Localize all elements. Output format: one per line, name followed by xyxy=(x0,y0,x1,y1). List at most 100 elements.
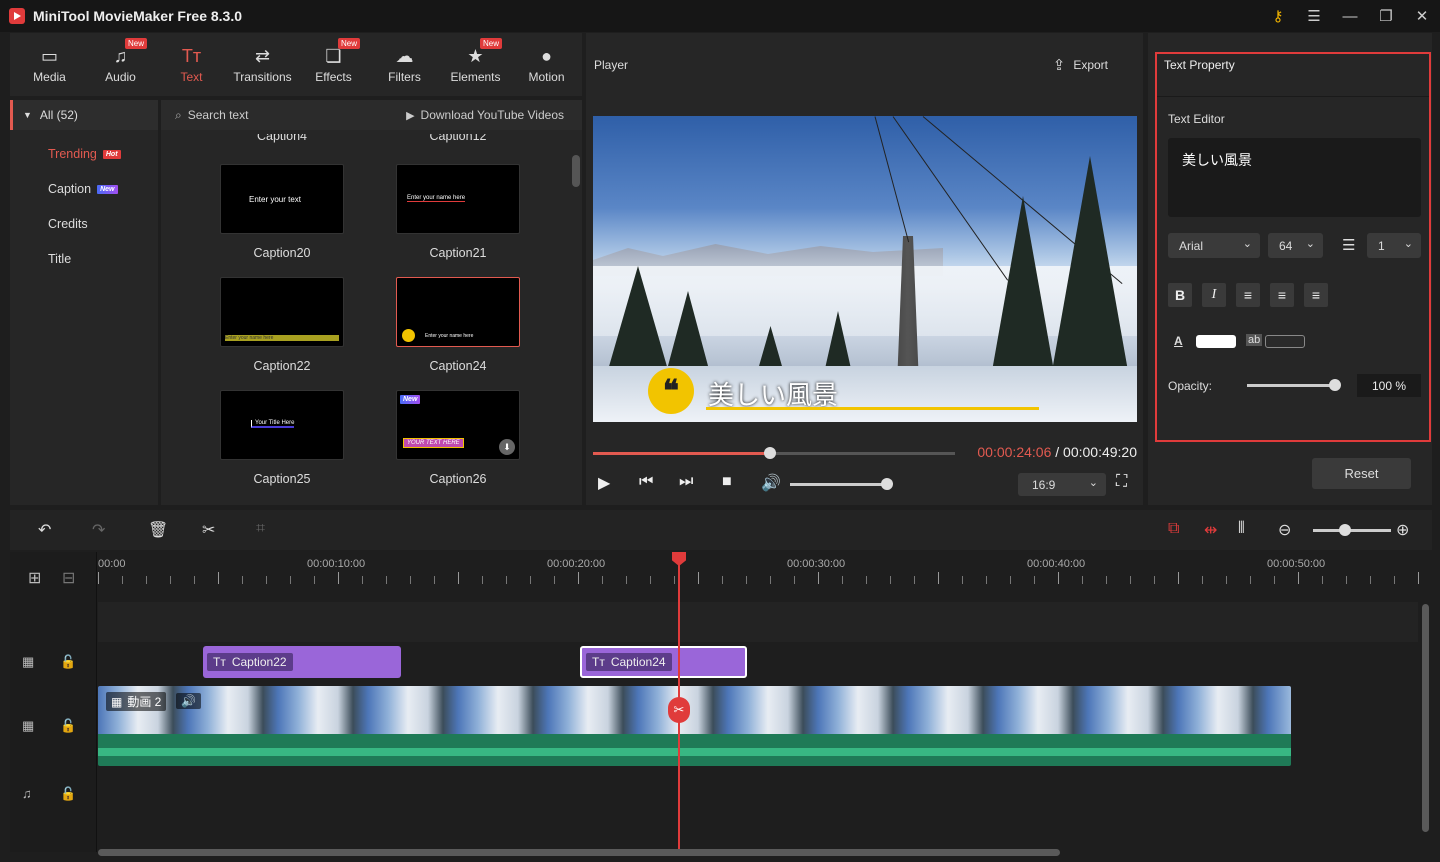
tab-motion[interactable]: ● Motion xyxy=(511,33,582,96)
font-size-select[interactable]: 64 ⌄ xyxy=(1268,233,1323,258)
ruler-tick xyxy=(722,576,723,584)
split-screen-icon[interactable]: ⧉ xyxy=(1168,520,1179,538)
menu-icon[interactable]: ☰ xyxy=(1296,0,1332,32)
ruler-tick xyxy=(674,576,675,584)
category-all[interactable]: ▼ All (52) xyxy=(10,100,158,130)
timeline-vertical-scrollbar[interactable] xyxy=(1422,604,1429,832)
playback-progress[interactable] xyxy=(593,447,955,459)
previous-frame-icon[interactable]: ⏮ xyxy=(639,473,653,491)
category-title[interactable]: Title xyxy=(48,252,71,266)
ruler-tick xyxy=(458,572,459,584)
ruler-tick xyxy=(1058,572,1059,584)
align-right-icon[interactable]: ≡ xyxy=(1304,283,1328,307)
caption20-thumb[interactable]: Enter your text xyxy=(220,164,344,234)
thumb-label: Caption12 xyxy=(429,134,487,143)
lock-icon[interactable]: 🔓 xyxy=(60,654,76,670)
next-frame-icon[interactable]: ⏭ xyxy=(679,473,693,491)
tab-audio[interactable]: New ♫ Audio xyxy=(85,33,156,96)
effects-icon: ❏ xyxy=(325,45,342,66)
filters-icon: ☁ xyxy=(395,45,414,66)
window-controls: ⚷ ☰ — ❐ ✕ xyxy=(1260,0,1440,32)
text-clip-caption22[interactable]: Tт Caption22 xyxy=(203,646,401,678)
thumb-label: Caption24 xyxy=(429,359,487,373)
zoom-out-icon[interactable]: ⊖ xyxy=(1278,520,1291,540)
text-clip-caption24[interactable]: Tт Caption24 xyxy=(580,646,747,678)
ruler-tick xyxy=(986,576,987,584)
align-center-icon[interactable]: ≡ xyxy=(1270,283,1294,307)
line-spacing-select[interactable]: 1 ⌄ xyxy=(1367,233,1421,258)
time-ruler[interactable]: 00:00 00:00:10:00 00:00:20:00 00:00:30:0… xyxy=(98,552,1432,590)
split-icon[interactable]: ✂ xyxy=(202,520,215,540)
caption24-thumb[interactable]: Enter your name here xyxy=(396,277,520,347)
zoom-in-icon[interactable]: ⊕ xyxy=(1396,520,1409,540)
bold-button[interactable]: B xyxy=(1168,283,1192,307)
ruler-tick xyxy=(578,572,579,584)
ruler-tick xyxy=(434,576,435,584)
stop-icon[interactable]: ■ xyxy=(722,473,732,491)
redo-icon[interactable]: ↷ xyxy=(92,520,105,540)
category-caption[interactable]: Caption New xyxy=(48,182,118,196)
caption21-thumb[interactable]: Enter your name here xyxy=(396,164,520,234)
background-color-swatch[interactable] xyxy=(1265,335,1305,348)
audio-icon[interactable]: 🔊 xyxy=(176,693,201,709)
tab-filters[interactable]: ☁ Filters xyxy=(369,33,440,96)
reset-button[interactable]: Reset xyxy=(1312,458,1411,489)
tab-media[interactable]: ▭ Media xyxy=(14,33,85,96)
ruler-tick xyxy=(1250,576,1251,584)
caption26-thumb[interactable]: New YOUR TEXT HERE ⬇ xyxy=(396,390,520,460)
ruler-tick xyxy=(1130,576,1131,584)
opacity-slider[interactable] xyxy=(1247,379,1341,391)
italic-button[interactable]: I xyxy=(1202,283,1226,307)
lock-icon[interactable]: 🔓 xyxy=(60,786,76,802)
volume-icon[interactable]: 🔊 xyxy=(761,473,781,493)
play-icon[interactable]: ▶ xyxy=(598,473,610,493)
snap-icon[interactable]: ⫴ xyxy=(1238,520,1245,538)
add-track-icon[interactable]: ⊞ xyxy=(28,568,41,588)
category-trending[interactable]: Trending Hot xyxy=(48,147,121,161)
search-bar[interactable]: ⌕ Search text ▶ Download YouTube Videos xyxy=(161,100,582,130)
ruler-tick xyxy=(266,576,267,584)
search-icon: ⌕ xyxy=(175,107,182,122)
remove-track-icon[interactable]: ⊟ xyxy=(62,568,75,588)
timeline-horizontal-scrollbar[interactable] xyxy=(98,849,1060,856)
category-credits[interactable]: Credits xyxy=(48,217,88,231)
caption22-thumb[interactable]: Enter your name here xyxy=(220,277,344,347)
align-left-icon[interactable]: ≡ xyxy=(1236,283,1260,307)
text-editor-input[interactable]: 美しい風景 xyxy=(1168,138,1421,217)
opacity-value-input[interactable]: 100 % xyxy=(1357,374,1421,397)
lock-icon[interactable]: 🔓 xyxy=(60,718,76,734)
caption25-thumb[interactable]: Your Title Here xyxy=(220,390,344,460)
export-button[interactable]: ⇪ Export xyxy=(1053,56,1108,74)
ruler-tick xyxy=(506,576,507,584)
thumb-label: Caption20 xyxy=(253,246,311,260)
ruler-tick xyxy=(194,576,195,584)
tab-text[interactable]: Tт Text xyxy=(156,33,227,96)
delete-icon[interactable]: 🗑 xyxy=(148,520,168,540)
undo-icon[interactable]: ↶ xyxy=(38,520,51,540)
download-icon[interactable]: ⬇ xyxy=(499,439,515,455)
collapse-icon: ▼ xyxy=(23,110,32,120)
scissors-icon[interactable]: ✂ xyxy=(668,697,690,723)
video-preview[interactable]: ❝ 美しい風景 xyxy=(593,116,1137,422)
tab-effects[interactable]: New ❏ Effects xyxy=(298,33,369,96)
zoom-slider[interactable] xyxy=(1313,524,1391,536)
volume-slider[interactable] xyxy=(790,478,893,490)
text-color-swatch[interactable] xyxy=(1196,335,1236,348)
tab-elements[interactable]: New ★ Elements xyxy=(440,33,511,96)
key-icon[interactable]: ⚷ xyxy=(1260,0,1296,32)
library-scrollbar[interactable] xyxy=(572,155,580,187)
font-select[interactable]: Arial ⌄ xyxy=(1168,233,1260,258)
tab-transitions[interactable]: ⇄ Transitions xyxy=(227,33,298,96)
ruler-tick xyxy=(242,576,243,584)
search-input[interactable]: Search text xyxy=(188,108,249,122)
progress-handle[interactable] xyxy=(764,447,777,459)
download-youtube-button[interactable]: ▶ Download YouTube Videos xyxy=(406,108,564,122)
crop-icon[interactable]: ⌗ xyxy=(256,520,265,538)
video-clip[interactable]: ▦ 動画 2 🔊 xyxy=(98,686,1291,766)
maximize-icon[interactable]: ❐ xyxy=(1368,0,1404,32)
aspect-ratio-select[interactable]: 16:9 ⌄ xyxy=(1018,473,1106,496)
minimize-icon[interactable]: — xyxy=(1332,0,1368,32)
close-icon[interactable]: ✕ xyxy=(1404,0,1440,32)
fit-icon[interactable]: ⇹ xyxy=(1204,520,1217,540)
fullscreen-icon[interactable]: ⛶ xyxy=(1116,473,1127,491)
